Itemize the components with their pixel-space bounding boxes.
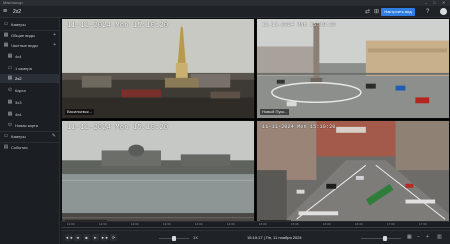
- single-camera-icon: ▭: [7, 65, 13, 71]
- camera-grid: 11-11-2024 Mon 15:10:20 Васильевск... 11…: [61, 18, 450, 230]
- timeline-mark: 17:00: [387, 222, 395, 226]
- camera-tile-1[interactable]: 11-11-2024 Mon 15:10:20 Васильевск...: [61, 18, 255, 119]
- top-toolbar: ≡ 2x2 ⇄ ⊞ Настроить вид ?: [0, 6, 450, 18]
- current-timestamp: 15:10:17 | Пн, 11 ноября 2024: [247, 235, 302, 240]
- playback-speed: 1X: [193, 235, 198, 240]
- stop-button[interactable]: ■: [83, 234, 90, 241]
- new-map-icon: ⊙: [7, 122, 13, 128]
- add-shared-view-button[interactable]: +: [53, 31, 56, 40]
- layout-grid-icon[interactable]: ▦: [407, 234, 412, 241]
- sidebar: ▭ Камеры ▦ Общие виды + ▦ Частные виды +…: [0, 18, 60, 244]
- camera-feed-1-image: [62, 19, 254, 118]
- sync-button[interactable]: ⟳: [110, 234, 117, 241]
- timeline-mark: 14:00: [195, 222, 203, 226]
- speed-slider-knob[interactable]: [172, 236, 176, 241]
- timeline-mark: 12:00: [67, 222, 75, 226]
- timeline-mark: 15:00: [259, 222, 267, 226]
- sidebar-item-label: Частные виды: [11, 43, 38, 48]
- playback-controls: ◄◄ ◄ ■ ► ►► ⟳ 1X 15:10:17 | Пн, 11 ноябр…: [61, 230, 450, 244]
- archive-timeline[interactable]: 12:00 12:30 13:00 13:30 14:00 14:30 15:0…: [61, 221, 450, 230]
- current-view-name: 2x2: [13, 9, 22, 15]
- private-views-icon: ▦: [3, 42, 9, 48]
- setup-view-button[interactable]: Настроить вид: [381, 8, 415, 16]
- camera-osd-timestamp: 11-11-2024 Mon 15:10:20: [262, 124, 336, 130]
- volume-slider-knob[interactable]: [382, 236, 387, 241]
- grid-icon: ▦: [7, 75, 13, 81]
- timeline-mark: 16:00: [323, 222, 331, 226]
- sidebar-item-label: 3x3: [15, 100, 22, 105]
- grid-icon: ▦: [7, 53, 13, 59]
- camera-name-label: Новый Пуск...: [260, 109, 290, 115]
- sidebar-item-view-4x4-b[interactable]: ▦ 4x4: [0, 110, 60, 119]
- sidebar-item-label: События: [11, 145, 28, 150]
- camera-osd-timestamp: 11-11-2024 Mon 15:10:20: [262, 22, 336, 28]
- sidebar-item-label: Общие виды: [11, 33, 35, 38]
- sidebar-item-cameras[interactable]: ▭ Камеры: [0, 20, 60, 29]
- camera-feed-4-image: [257, 121, 449, 229]
- timeline-mark: 12:30: [99, 222, 107, 226]
- sidebar-item-camera-list[interactable]: ▭ Камеры ✎: [0, 132, 60, 141]
- add-private-view-button[interactable]: +: [53, 41, 56, 50]
- zoom-out-icon[interactable]: −: [417, 234, 420, 241]
- map-pin-icon: ⊙: [7, 87, 13, 93]
- sidebar-item-view-map[interactable]: ⊙ Карта: [0, 86, 60, 95]
- camera-feed-2-image: [257, 19, 449, 118]
- timeline-track[interactable]: [61, 227, 450, 228]
- sidebar-item-label: Новая карта: [15, 123, 38, 128]
- grid-layout-icon[interactable]: ⊞: [374, 9, 379, 15]
- camera-tile-2[interactable]: 11-11-2024 Mon 15:10:20 Новый Пуск...: [256, 18, 450, 119]
- step-back-button[interactable]: ◄: [74, 234, 81, 241]
- sidebar-item-shared-views[interactable]: ▦ Общие виды +: [0, 31, 60, 40]
- grid-icon: ▦: [7, 99, 13, 105]
- camera-osd-timestamp: 11-11-2024 Mon 15:10:20: [67, 22, 169, 30]
- zoom-in-icon[interactable]: +: [426, 234, 429, 241]
- volume-slider[interactable]: [361, 236, 401, 241]
- speed-slider[interactable]: [159, 236, 189, 241]
- camera-tile-4[interactable]: 11-11-2024 Mon 15:10:20 Таврическая...: [256, 120, 450, 230]
- sidebar-item-label: Камеры: [11, 22, 26, 27]
- cameras-icon: ▭: [3, 133, 9, 139]
- camera-tile-3[interactable]: 11-11-2024 Mon 15:10:20 Свердловская наб…: [61, 120, 255, 230]
- sidebar-item-events[interactable]: ▤ События: [0, 143, 60, 152]
- timeline-mark: 14:30: [227, 222, 235, 226]
- sidebar-item-label: 4x4: [15, 54, 22, 59]
- camera-name-label: Васильевск...: [65, 109, 94, 115]
- sidebar-item-label: 1 камера: [15, 66, 32, 71]
- stats-icon[interactable]: ▥: [437, 234, 442, 241]
- timeline-mark: 13:00: [131, 222, 139, 226]
- timeline-mark: 16:30: [355, 222, 363, 226]
- user-avatar-icon[interactable]: [440, 8, 447, 15]
- swap-layout-icon[interactable]: ⇄: [365, 9, 370, 15]
- timeline-mark: 15:30: [291, 222, 299, 226]
- camera-feed-3-image: [62, 121, 254, 229]
- timeline-mark: 13:30: [163, 222, 171, 226]
- views-icon: ▦: [3, 32, 9, 38]
- sidebar-item-view-single[interactable]: ▭ 1 камера: [0, 64, 60, 73]
- help-icon[interactable]: ?: [426, 8, 429, 16]
- sidebar-item-private-views[interactable]: ▦ Частные виды +: [0, 41, 60, 50]
- hamburger-menu-icon[interactable]: ≡: [3, 8, 7, 16]
- timeline-mark: 17:30: [419, 222, 427, 226]
- camera-osd-timestamp: 11-11-2024 Mon 15:10:20: [67, 124, 169, 132]
- sidebar-item-label: 2x2: [15, 76, 22, 81]
- sidebar-item-view-3x3[interactable]: ▦ 3x3: [0, 98, 60, 107]
- step-forward-button[interactable]: ►►: [101, 234, 109, 241]
- rewind-fast-button[interactable]: ◄◄: [65, 234, 73, 241]
- edit-cameras-icon[interactable]: ✎: [52, 132, 56, 141]
- sidebar-item-label: Камеры: [11, 134, 26, 139]
- sidebar-item-view-4x4[interactable]: ▦ 4x4: [0, 52, 60, 61]
- play-button[interactable]: ►: [92, 234, 99, 241]
- sidebar-item-label: 4x4: [15, 112, 22, 117]
- grid-icon: ▦: [7, 111, 13, 117]
- sidebar-item-new-map[interactable]: ⊙ Новая карта: [0, 121, 60, 130]
- camera-icon: ▭: [3, 21, 9, 27]
- sidebar-item-label: Карта: [15, 88, 26, 93]
- sidebar-item-view-2x2[interactable]: ▦ 2x2: [0, 74, 60, 83]
- events-icon: ▤: [3, 144, 9, 150]
